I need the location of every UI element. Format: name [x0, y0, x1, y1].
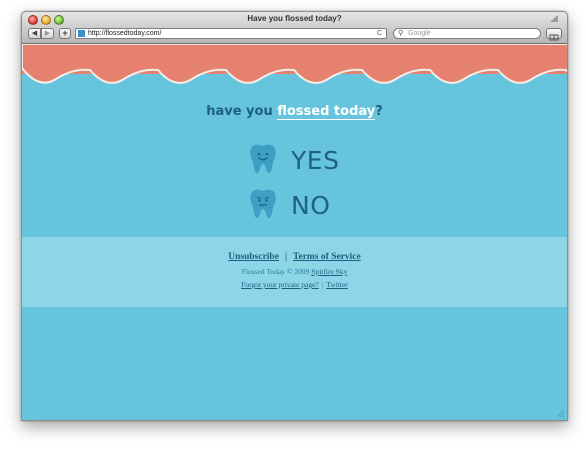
browser-window: Have you flossed today? ◀ ▶ + http://flo… [21, 11, 568, 421]
no-answer-button[interactable]: NO [249, 187, 369, 221]
no-label: NO [291, 191, 331, 220]
yes-label: YES [291, 146, 340, 175]
add-bookmark-button[interactable]: + [59, 28, 71, 39]
happy-tooth-icon [250, 144, 276, 173]
twitter-link[interactable]: Twitter [326, 280, 348, 289]
tagline-suffix: ? [375, 104, 383, 119]
footer: Unsubscribe | Terms of Service Flossed Tod… [22, 237, 567, 307]
window-title: Have you flossed today? [247, 14, 342, 23]
sad-tooth-icon [250, 189, 276, 218]
footer-secondary-links: Forgot your private page? | Twitter [22, 280, 567, 289]
gum-wave-banner [22, 44, 567, 84]
search-field[interactable]: ⚲ Google [393, 28, 541, 39]
unsubscribe-link[interactable]: Unsubscribe [228, 252, 279, 262]
reload-icon[interactable]: C [377, 29, 382, 38]
bookmarks-icon [549, 34, 559, 41]
footer-primary-links: Unsubscribe | Terms of Service [22, 252, 567, 262]
site-favicon-icon [78, 30, 85, 37]
browser-toolbar: Have you flossed today? ◀ ▶ + http://flo… [22, 12, 567, 44]
back-button[interactable]: ◀ [28, 28, 41, 39]
search-placeholder: Google [408, 30, 431, 37]
page-content: have you flossed today? YES NO Unsubscri… [22, 44, 567, 420]
tagline-highlight: flossed today [277, 104, 376, 120]
copyright-line: Flossed Today © 2009 Spitfire Sky [22, 267, 567, 276]
forward-button[interactable]: ▶ [41, 28, 54, 39]
footer-separator-small: | [321, 280, 324, 289]
footer-separator: | [284, 252, 288, 262]
company-link[interactable]: Spitfire Sky [311, 267, 347, 276]
address-text: http://flossedtoday.com/ [88, 30, 162, 37]
resize-grip-icon[interactable] [556, 409, 565, 418]
tagline: have you flossed today? [22, 104, 567, 120]
terms-link[interactable]: Terms of Service [293, 252, 361, 262]
magnifier-icon: ⚲ [398, 30, 404, 37]
toolbar-toggle-icon[interactable] [549, 14, 559, 23]
tagline-prefix: have you [206, 104, 278, 119]
bookmarks-button[interactable] [546, 28, 562, 41]
address-bar[interactable]: http://flossedtoday.com/ C [75, 28, 387, 39]
forgot-private-page-link[interactable]: Forgot your private page? [241, 280, 319, 289]
yes-answer-button[interactable]: YES [249, 142, 369, 176]
copyright-text: Flossed Today © 2009 [241, 267, 310, 276]
